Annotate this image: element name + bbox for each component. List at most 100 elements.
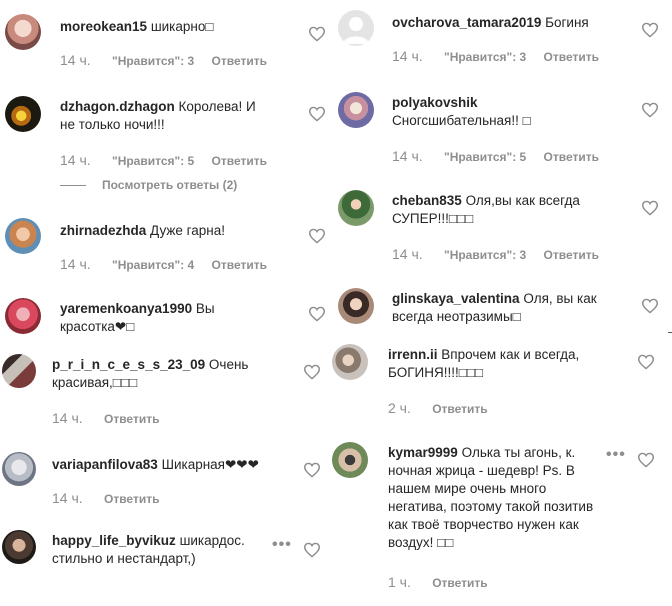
heart-outline-icon[interactable] [303,364,321,380]
comment-meta: 14 ч. "Нравится": 3 Ответить [392,48,599,64]
comment-time[interactable]: 14 ч. [392,246,423,262]
comment-meta: 14 ч. "Нравится": 4 Ответить [60,256,267,272]
heart-outline-icon[interactable] [308,26,326,42]
comment-text: Дуже гарна! [150,223,226,238]
comment-text-line2: Сногсшибательная!! □ [392,113,531,128]
comment-time[interactable]: 14 ч. [60,152,91,168]
avatar[interactable] [338,10,374,46]
comment-meta: 1 ч. Ответить [388,574,488,590]
comment-likes[interactable]: "Нравится": 5 [444,150,526,164]
comment-text: Королева! И [178,99,256,114]
avatar[interactable] [5,96,41,132]
comment-likes[interactable]: "Нравится": 3 [112,54,194,68]
avatar[interactable] [338,288,374,324]
comment-text-line2: красотка❤□ [60,319,135,334]
reply-button[interactable]: Ответить [544,248,599,262]
heart-outline-icon[interactable] [641,200,659,216]
comment-username[interactable]: dzhagon.dzhagon [60,99,175,114]
heart-outline-icon[interactable] [637,452,655,468]
comment-likes[interactable]: "Нравится": 5 [112,154,194,168]
comment-likes[interactable]: "Нравится": 3 [444,50,526,64]
comment-text-line2: не только ночи!!! [60,117,165,132]
comment-text-line2: ночная жрица - шедевр! Ps. В [388,463,575,478]
reply-button[interactable]: Ответить [104,412,159,426]
comment-time[interactable]: 14 ч. [60,52,91,68]
comment-username[interactable]: moreokean15 [60,19,147,34]
heart-outline-icon[interactable] [641,298,659,314]
comment-text-line2: красивая,□□□ [52,375,138,390]
avatar[interactable] [5,298,41,334]
comment-text: шикардос. [179,533,245,548]
comment-time[interactable]: 14 ч. [60,256,91,272]
comment-meta: 14 ч. Ответить [52,490,159,506]
comment-text-line4: негатива, поэтому такой позитив [388,499,594,514]
heart-outline-icon[interactable] [641,22,659,38]
comment-meta: 14 ч. "Нравится": 5 Ответить [60,152,267,168]
comment-text: шикарно□ [150,19,214,34]
comment-likes[interactable]: "Нравится": 3 [444,248,526,262]
comment-username[interactable]: variapanfilova83 [52,457,158,472]
heart-outline-icon[interactable] [308,306,326,322]
comment-time[interactable]: 14 ч. [392,48,423,64]
avatar[interactable] [5,218,41,254]
comment-likes[interactable]: "Нравится": 4 [112,258,194,272]
divider [668,332,672,333]
more-dots-icon[interactable]: ••• [272,536,292,554]
comment-text: Олька ты агонь, к. [461,445,576,460]
comment-meta: 14 ч. "Нравится": 3 Ответить [60,52,267,68]
comment-text: Оля,вы как всегда [465,193,580,208]
reply-button[interactable]: Ответить [432,402,487,416]
comment-text-line2: БОГИНЯ!!!!□□□ [388,365,484,380]
comment-time[interactable]: 14 ч. [52,490,83,506]
reply-button[interactable]: Ответить [104,492,159,506]
comments-column-left: moreokean15 шикарно□ 14 ч. "Нравится": 3… [0,0,336,606]
avatar[interactable] [2,452,36,486]
avatar[interactable] [338,190,374,226]
comment-time[interactable]: 14 ч. [52,410,83,426]
comment-username[interactable]: happy_life_byvikuz [52,533,176,548]
reply-button[interactable]: Ответить [212,154,267,168]
reply-button[interactable]: Ответить [544,50,599,64]
avatar[interactable] [5,14,41,50]
comment-meta: 14 ч. Ответить [52,410,159,426]
comment-text-line2: всегда неотразимы□ [392,309,521,324]
comment-username[interactable]: ovcharova_tamara2019 [392,15,541,30]
heart-outline-icon[interactable] [303,462,321,478]
comment-username[interactable]: p_r_i_n_c_e_s_s_23_09 [52,357,205,372]
comment-text: Шикарная❤❤❤ [161,457,259,472]
avatar[interactable] [2,354,36,388]
heart-outline-icon[interactable] [308,228,326,244]
more-dots-icon[interactable]: ••• [606,446,626,464]
comment-time[interactable]: 14 ч. [392,148,423,164]
reply-button[interactable]: Ответить [212,258,267,272]
heart-outline-icon[interactable] [308,106,326,122]
comment-username[interactable]: polyakovshik [392,94,531,112]
comment-meta: 14 ч. "Нравится": 5 Ответить [392,148,599,164]
comment-text-line2: стильно и нестандарт,) [52,551,196,566]
heart-outline-icon[interactable] [303,542,321,558]
comment-text-line5: как твоё творчество нужен как [388,517,579,532]
replies-divider [60,185,86,187]
comment-username[interactable]: yaremenkoanya1990 [60,301,192,316]
comment-time[interactable]: 2 ч. [388,400,411,416]
comment-meta: 14 ч. "Нравится": 3 Ответить [392,246,599,262]
comment-text: Вы [195,301,215,316]
comment-text-line6: воздух! □□ [388,535,454,550]
heart-outline-icon[interactable] [641,102,659,118]
comment-username[interactable]: cheban835 [392,193,462,208]
reply-button[interactable]: Ответить [212,54,267,68]
avatar[interactable] [338,92,374,128]
comment-username[interactable]: irrenn.ii [388,347,438,362]
comment-time[interactable]: 1 ч. [388,574,411,590]
reply-button[interactable]: Ответить [544,150,599,164]
avatar[interactable] [332,442,368,478]
comment-username[interactable]: kymar9999 [388,445,458,460]
avatar[interactable] [332,344,368,380]
comment-username[interactable]: glinskaya_valentina [392,291,520,306]
reply-button[interactable]: Ответить [432,576,487,590]
view-replies-button[interactable]: Посмотреть ответы (2) [60,178,237,192]
comment-text: Богиня [545,15,589,30]
comment-username[interactable]: zhirnadezhda [60,223,146,238]
avatar[interactable] [2,530,36,564]
heart-outline-icon[interactable] [637,354,655,370]
